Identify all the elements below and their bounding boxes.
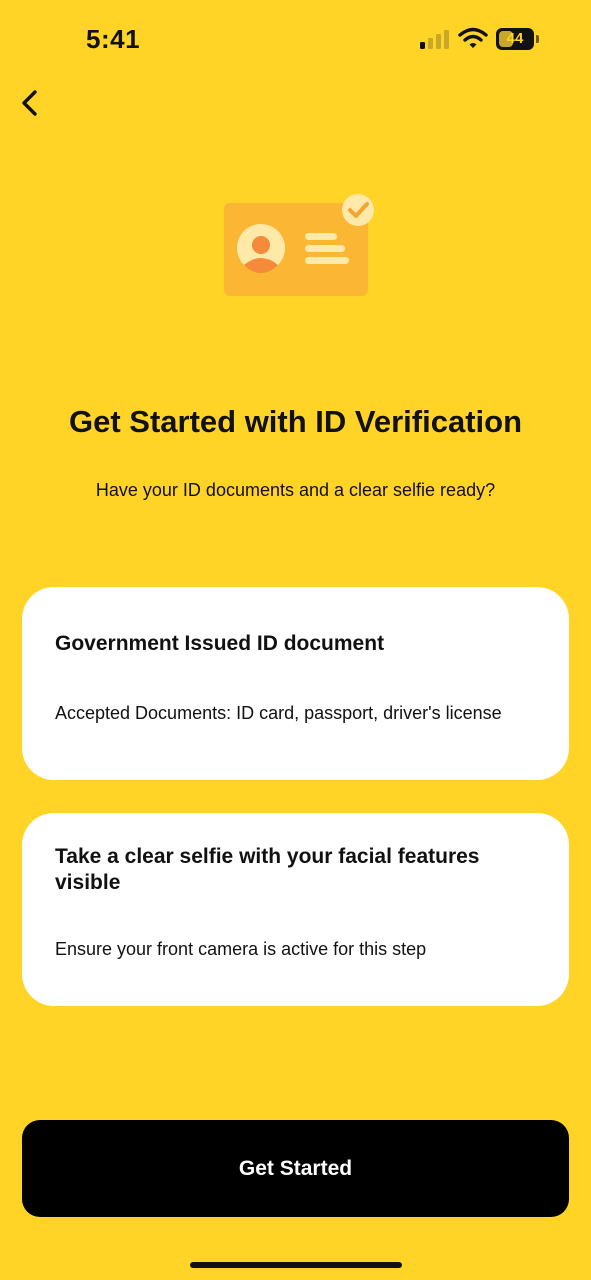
page-title: Get Started with ID Verification — [68, 404, 523, 439]
requirement-card-selfie: Take a clear selfie with your facial fea… — [22, 813, 569, 1006]
chevron-left-icon — [22, 90, 37, 116]
requirement-card-id-document: Government Issued ID document Accepted D… — [22, 587, 569, 780]
home-indicator — [190, 1262, 402, 1268]
wifi-icon — [458, 27, 488, 48]
requirement-description: Ensure your front camera is active for t… — [55, 939, 427, 959]
get-started-button[interactable]: Get Started — [22, 1120, 569, 1217]
battery-cap — [536, 35, 539, 43]
signal-icon — [420, 30, 449, 49]
battery-level: 44 — [506, 30, 524, 47]
status-time: 5:41 — [86, 24, 141, 54]
page-subtitle: Have your ID documents and a clear selfi… — [95, 480, 496, 500]
requirement-description: Accepted Documents: ID card, passport, d… — [55, 703, 502, 723]
id-card-check-icon — [224, 194, 374, 296]
requirement-title: Take a clear selfie with your facial fea… — [55, 845, 480, 894]
status-bar: 5:41 44 — [0, 0, 591, 80]
back-button[interactable] — [10, 82, 50, 126]
requirement-title: Government Issued ID document — [55, 632, 385, 655]
battery-icon: 44 — [496, 28, 540, 50]
